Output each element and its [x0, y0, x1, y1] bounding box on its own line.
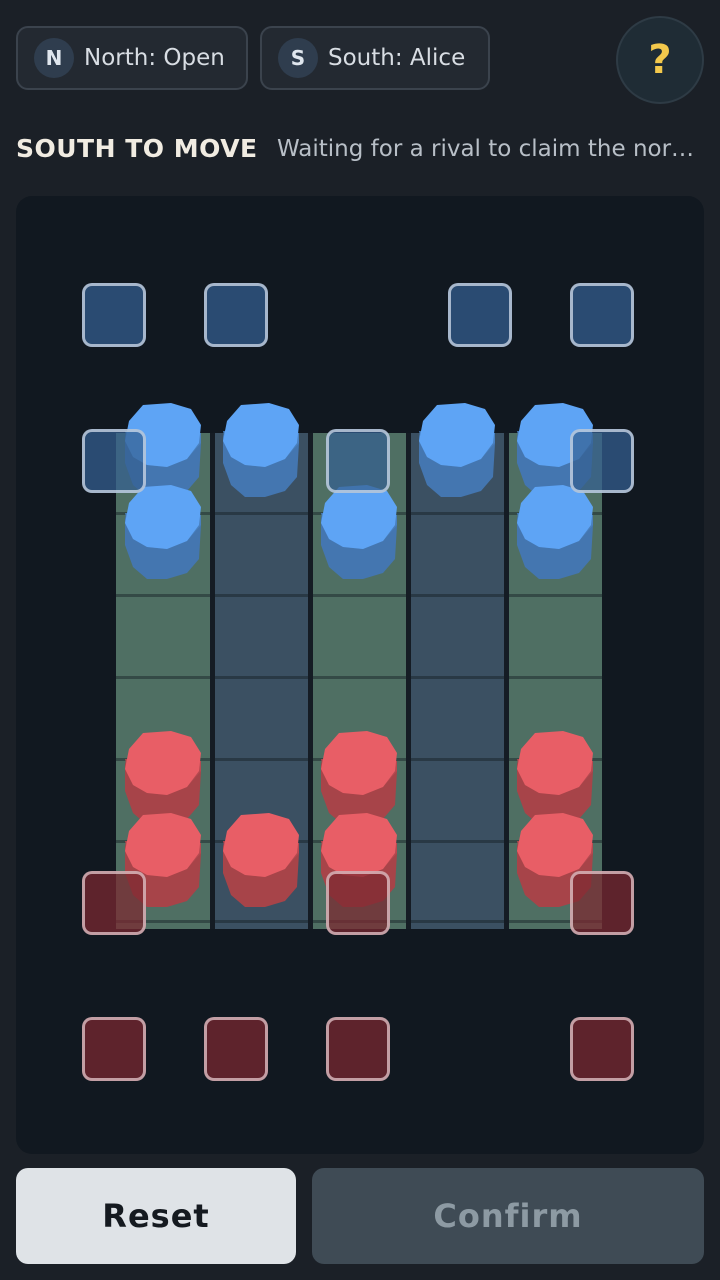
help-button[interactable]: ?: [616, 16, 704, 104]
player-north-chip: N North: Open: [16, 26, 248, 90]
south-entry-slot[interactable]: [82, 871, 146, 935]
north-reserve-slot[interactable]: [204, 283, 268, 347]
reset-button[interactable]: Reset: [16, 1168, 296, 1264]
north-badge: N: [34, 38, 74, 78]
south-piece[interactable]: [221, 813, 301, 909]
south-reserve-slot[interactable]: [326, 1017, 390, 1081]
turn-indicator: SOUTH TO MOVE: [16, 134, 258, 163]
north-entry-slot[interactable]: [326, 429, 390, 493]
status-message: Waiting for a rival to claim the north s…: [277, 136, 703, 162]
north-reserve-slot[interactable]: [82, 283, 146, 347]
north-piece[interactable]: [417, 403, 497, 499]
north-player-label: North: Open: [84, 45, 225, 71]
north-piece[interactable]: [221, 403, 301, 499]
north-entry-slot[interactable]: [82, 429, 146, 493]
north-reserve-slot[interactable]: [570, 283, 634, 347]
north-piece[interactable]: [515, 485, 595, 581]
grid-row-line: [116, 676, 604, 679]
grid-column-divider: [406, 433, 411, 929]
north-piece[interactable]: [319, 485, 399, 581]
question-mark-icon: ?: [648, 37, 672, 83]
grid-column-divider: [504, 433, 509, 929]
board-column-4[interactable]: [410, 433, 504, 929]
north-entry-slot[interactable]: [570, 429, 634, 493]
grid-row-line: [116, 594, 604, 597]
south-entry-slot[interactable]: [326, 871, 390, 935]
south-reserve-slot[interactable]: [82, 1017, 146, 1081]
south-player-label: South: Alice: [328, 45, 466, 71]
south-reserve-slot[interactable]: [204, 1017, 268, 1081]
confirm-button[interactable]: Confirm: [312, 1168, 704, 1264]
south-entry-slot[interactable]: [570, 871, 634, 935]
south-reserve-slot[interactable]: [570, 1017, 634, 1081]
north-piece[interactable]: [123, 485, 203, 581]
grid-column-divider: [210, 433, 215, 929]
north-reserve-slot[interactable]: [448, 283, 512, 347]
player-south-chip: S South: Alice: [260, 26, 490, 90]
south-badge: S: [278, 38, 318, 78]
grid-column-divider: [308, 433, 313, 929]
